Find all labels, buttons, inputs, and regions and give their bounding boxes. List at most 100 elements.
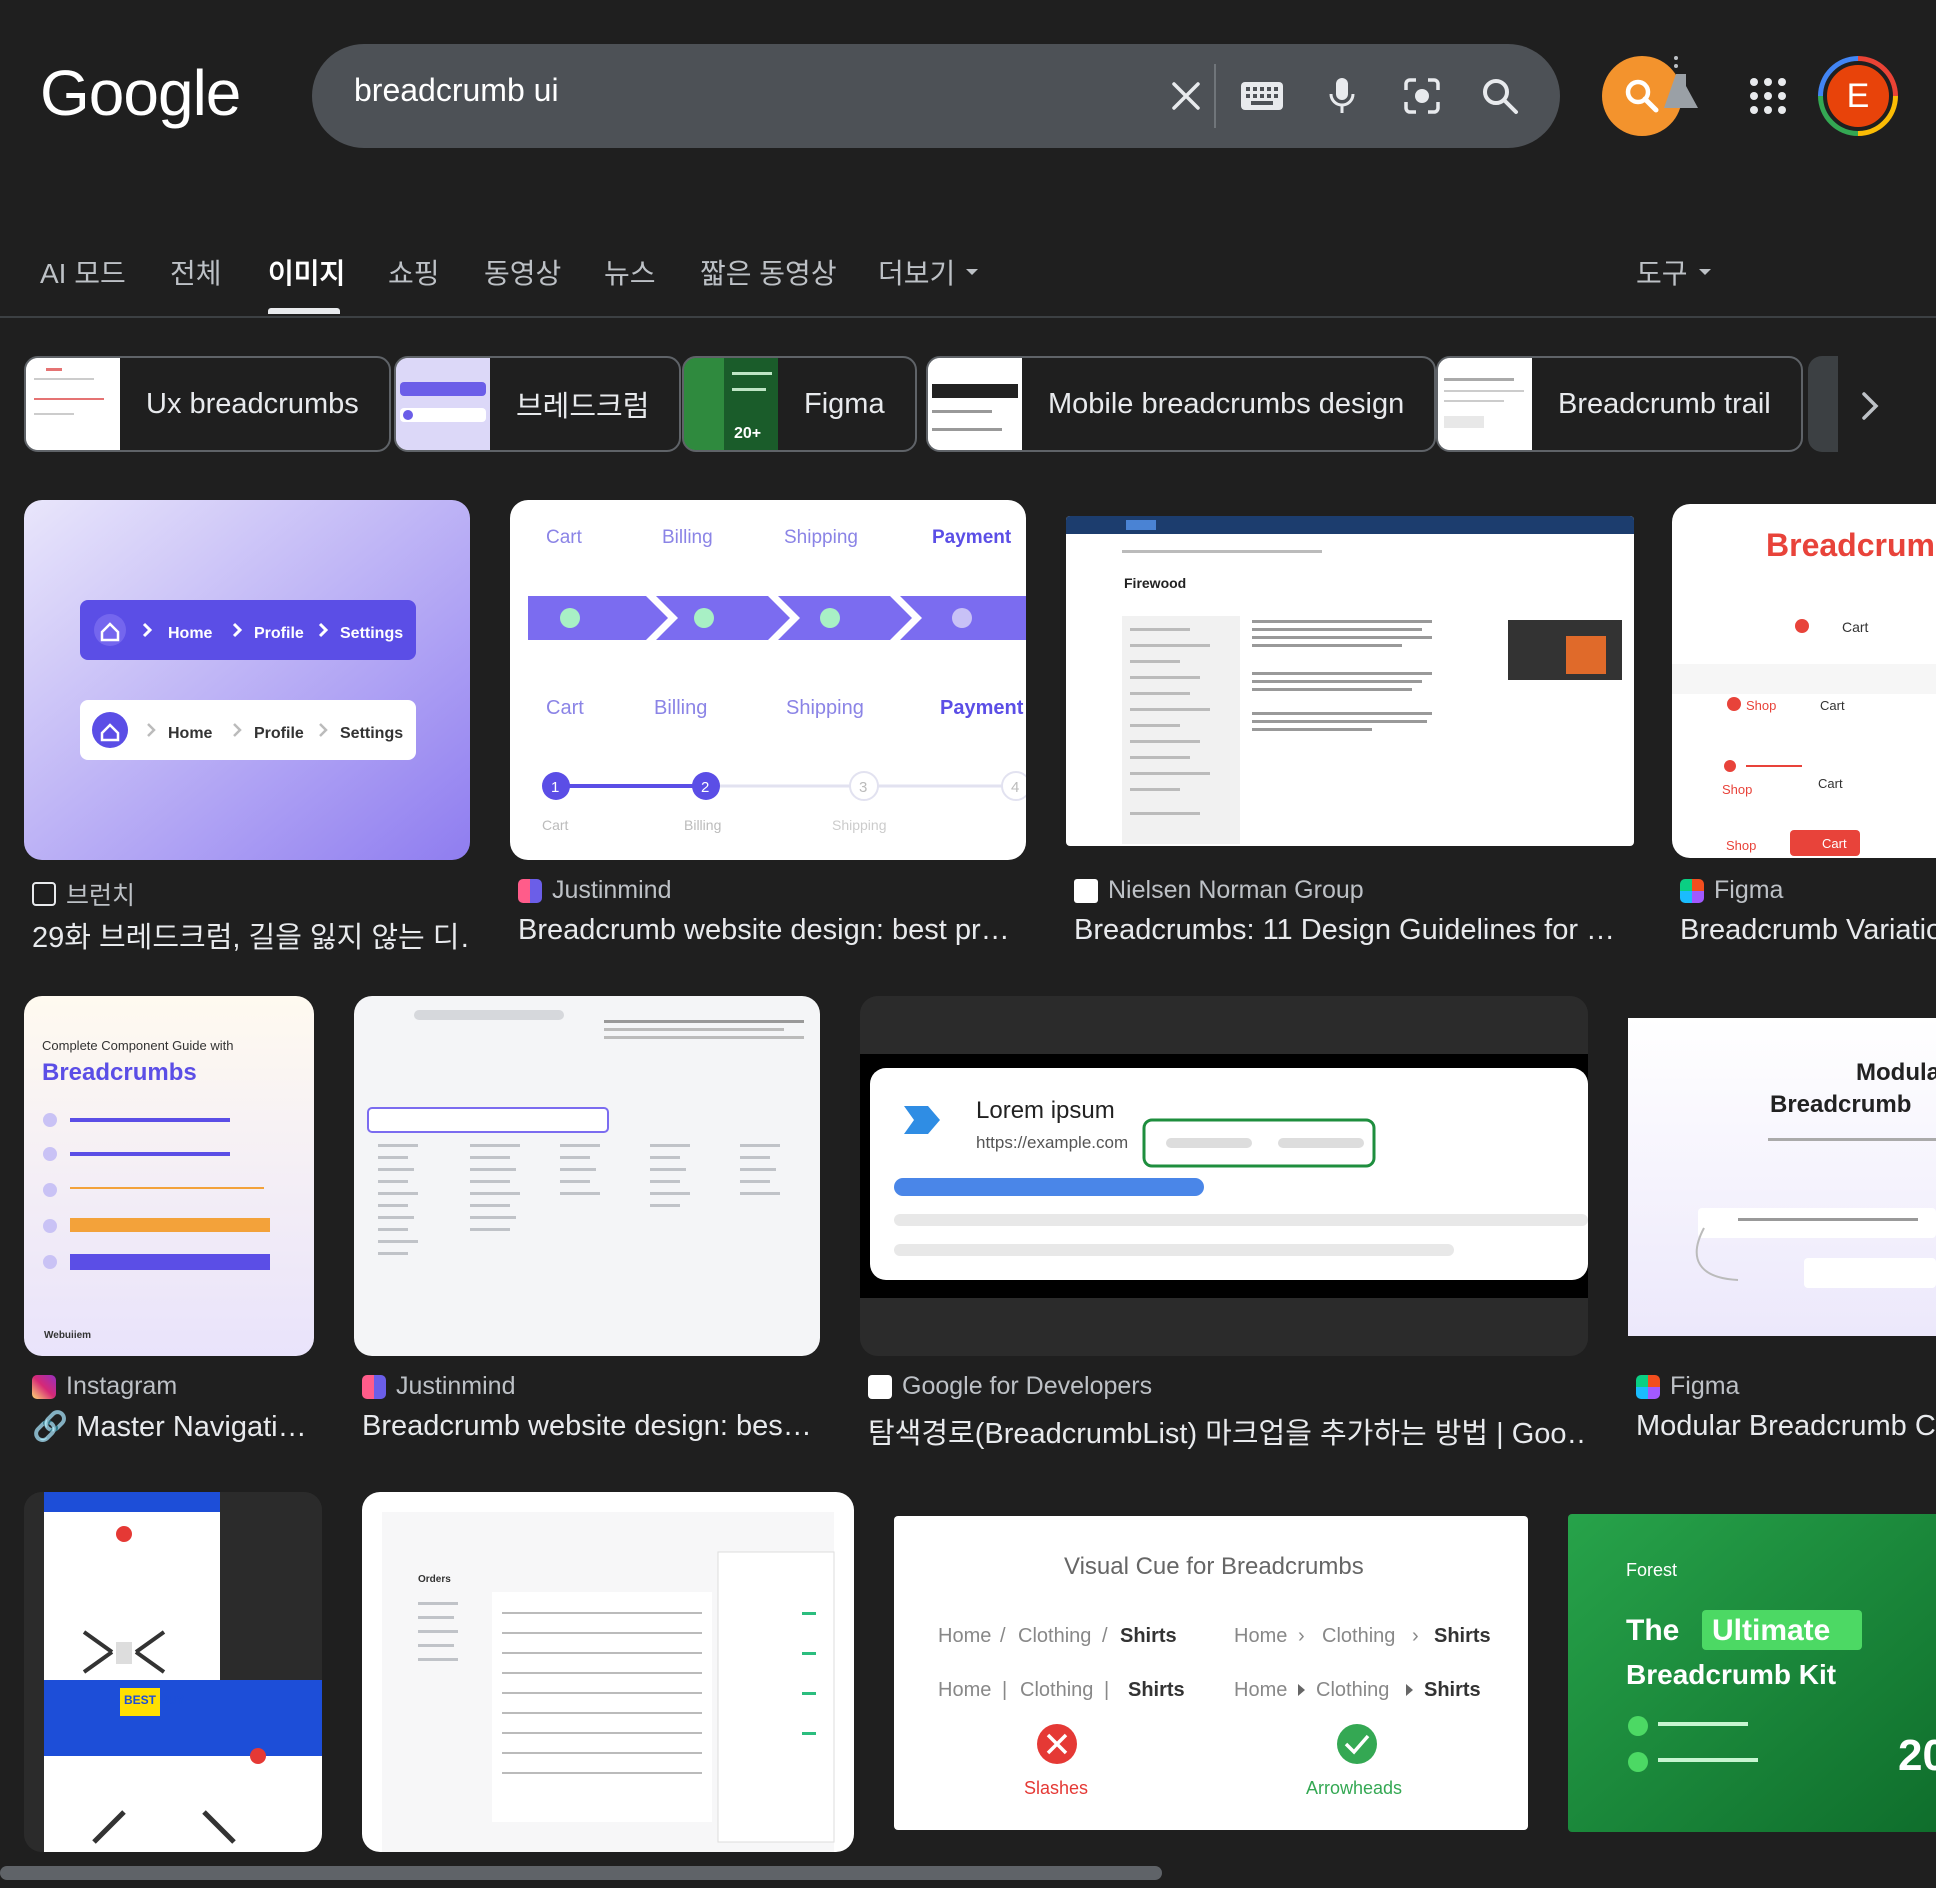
result-thumbnail[interactable]: Modular Breadcrumb	[1628, 1018, 1936, 1336]
result-title[interactable]: 29화 브레드크럼, 길을 잃지 않는 디…	[32, 914, 472, 956]
thumb-cart-label: Cart	[1820, 698, 1845, 713]
thumb-arrowheads-label: Arrowheads	[1306, 1778, 1402, 1798]
result-source[interactable]: Figma	[1636, 1372, 1739, 1401]
search-icon[interactable]	[1476, 72, 1524, 120]
tab-all[interactable]: 전체	[170, 252, 222, 292]
svg-text:›: ›	[1412, 1625, 1419, 1647]
thumb-home-label: Home	[1234, 1679, 1287, 1701]
horizontal-scrollbar[interactable]	[0, 1866, 1162, 1880]
tab-more[interactable]: 더보기	[878, 252, 979, 292]
thumb-home-label: Home	[168, 725, 213, 742]
brunch-favicon-icon	[32, 882, 56, 906]
source-name: Figma	[1670, 1372, 1740, 1400]
search-bar[interactable]: breadcrumb ui	[312, 44, 1560, 148]
thumb-shipping-label: Shipping	[832, 817, 887, 833]
result-source[interactable]: Figma	[1680, 876, 1783, 905]
tab-images[interactable]: 이미지	[268, 252, 345, 292]
thumb-settings-label: Settings	[340, 625, 403, 642]
result-thumbnail[interactable]: Orders	[362, 1492, 854, 1852]
svg-text:20+: 20+	[734, 425, 761, 442]
instagram-favicon-icon	[32, 1374, 56, 1399]
caret-down-icon	[1698, 269, 1711, 275]
justinmind-favicon-icon	[518, 878, 542, 903]
clear-icon[interactable]	[1162, 72, 1210, 120]
thumb-shop-label: Shop	[1726, 838, 1756, 853]
thumb-cart-label: Cart	[542, 817, 569, 833]
thumb-heading: Orders	[418, 1574, 451, 1585]
result-thumbnail[interactable]: Visual Cue for Breadcrumbs Home / Clothi…	[894, 1516, 1528, 1830]
thumb-subtitle: Complete Component Guide with	[42, 1038, 234, 1053]
result-title[interactable]: Modular Breadcrumb Co…	[1636, 1410, 1936, 1443]
thumb-heading: Lorem ipsum	[976, 1097, 1115, 1124]
result-title[interactable]: 🔗 Master Navigati…	[32, 1410, 316, 1444]
result-thumbnail[interactable]: BEST BUY	[24, 1492, 322, 1852]
chip-label: Ux breadcrumbs	[146, 387, 359, 420]
chip-mobile-breadcrumbs-design[interactable]: Mobile breadcrumbs design	[926, 356, 1437, 452]
thumb-step-1: 1	[551, 779, 559, 796]
search-input[interactable]: breadcrumb ui	[354, 72, 559, 109]
thumb-payment-label: Payment	[940, 697, 1024, 719]
keyboard-icon[interactable]	[1238, 72, 1286, 120]
result-thumbnail[interactable]	[354, 996, 820, 1356]
thumb-heading-part1: The	[1626, 1614, 1679, 1647]
camera-lens-icon[interactable]	[1398, 72, 1446, 120]
chip-breadcrumb-korean[interactable]: 브레드크럼	[394, 356, 682, 452]
thumb-heading: Firewood	[1124, 575, 1186, 591]
result-thumbnail[interactable]: Cart Billing Shipping Payment Cart Billi…	[510, 500, 1026, 860]
chip-ux-breadcrumbs[interactable]: Ux breadcrumbs	[24, 356, 391, 452]
tab-ai-mode[interactable]: AI 모드	[40, 252, 126, 292]
thumb-brand: BEST BUY	[124, 1693, 185, 1707]
result-source[interactable]: Justinmind	[518, 876, 672, 905]
result-title[interactable]: Breadcrumb website design: bes…	[362, 1410, 822, 1443]
result-source[interactable]: Instagram	[32, 1372, 177, 1401]
thumb-step-3: 3	[859, 779, 867, 796]
thumb-brand: Webuiiem	[44, 1330, 91, 1341]
result-thumbnail[interactable]: Home Profile Settings Home Profile Setti…	[24, 500, 470, 860]
account-avatar[interactable]: E	[1818, 56, 1898, 136]
thumb-number: 20	[1898, 1731, 1936, 1780]
result-title[interactable]: 탐색경로(BreadcrumbList) 마크업을 추가하는 방법 | Goo…	[868, 1410, 1588, 1452]
tools-button[interactable]: 도구	[1636, 252, 1712, 292]
chips-next-button[interactable]	[1834, 370, 1906, 442]
thumb-shirts-label: Shirts	[1424, 1679, 1481, 1701]
result-thumbnail[interactable]: Firewood	[1066, 516, 1634, 846]
result-thumbnail[interactable]: Breadcrumb Cart Shop Cart Shop Cart Shop…	[1672, 504, 1936, 858]
result-thumbnail[interactable]: Complete Component Guide with Breadcrumb…	[24, 996, 314, 1356]
chip-label: Breadcrumb trail	[1558, 387, 1771, 420]
figma-favicon-icon	[1636, 1374, 1660, 1399]
thumb-billing-label: Billing	[662, 527, 713, 548]
figma-favicon-icon	[1680, 878, 1704, 903]
result-source[interactable]: Google for Developers	[868, 1372, 1152, 1401]
thumb-heading-line1: Modular	[1856, 1059, 1936, 1086]
chip-thumbnail: 20+	[684, 358, 778, 450]
tab-short-videos[interactable]: 짧은 동영상	[700, 252, 837, 292]
thumb-shipping-label: Shipping	[786, 697, 864, 719]
tab-news[interactable]: 뉴스	[604, 252, 656, 292]
tab-videos[interactable]: 동영상	[484, 252, 561, 292]
thumb-heading-line2: Breadcrumb	[1770, 1091, 1911, 1118]
result-source[interactable]: Justinmind	[362, 1372, 516, 1401]
justinmind-favicon-icon	[362, 1374, 386, 1399]
thumb-shop-label: Shop	[1722, 782, 1752, 797]
thumb-cart-label: Cart	[546, 527, 583, 548]
result-thumbnail[interactable]: Forest The Ultimate Breadcrumb Kit 20	[1568, 1514, 1936, 1832]
result-source[interactable]: 브런치	[32, 876, 135, 912]
thumb-heading: Visual Cue for Breadcrumbs	[1064, 1553, 1364, 1580]
avatar-letter: E	[1823, 61, 1893, 131]
tab-shopping[interactable]: 쇼핑	[388, 252, 440, 292]
chip-breadcrumb-trail[interactable]: Breadcrumb trail	[1436, 356, 1803, 452]
apps-grid-icon[interactable]	[1748, 76, 1788, 116]
microphone-icon[interactable]	[1318, 72, 1366, 120]
thumb-profile-label: Profile	[254, 725, 304, 742]
thumb-heading: Breadcrumbs	[42, 1059, 197, 1086]
source-name: Justinmind	[396, 1372, 516, 1400]
result-title[interactable]: Breadcrumb website design: best pr…	[518, 914, 1018, 947]
thumb-clothing-label: Clothing	[1316, 1679, 1389, 1701]
result-source[interactable]: Nielsen Norman Group	[1074, 876, 1364, 905]
google-logo[interactable]: Google	[40, 56, 241, 130]
chip-figma[interactable]: 20+ Figma	[682, 356, 917, 452]
result-title[interactable]: Breadcrumbs: 11 Design Guidelines for …	[1074, 914, 1634, 947]
result-title[interactable]: Breadcrumb Variations	[1680, 914, 1936, 947]
chip-thumbnail	[26, 358, 120, 450]
result-thumbnail[interactable]: Lorem ipsum https://example.com	[860, 996, 1588, 1356]
